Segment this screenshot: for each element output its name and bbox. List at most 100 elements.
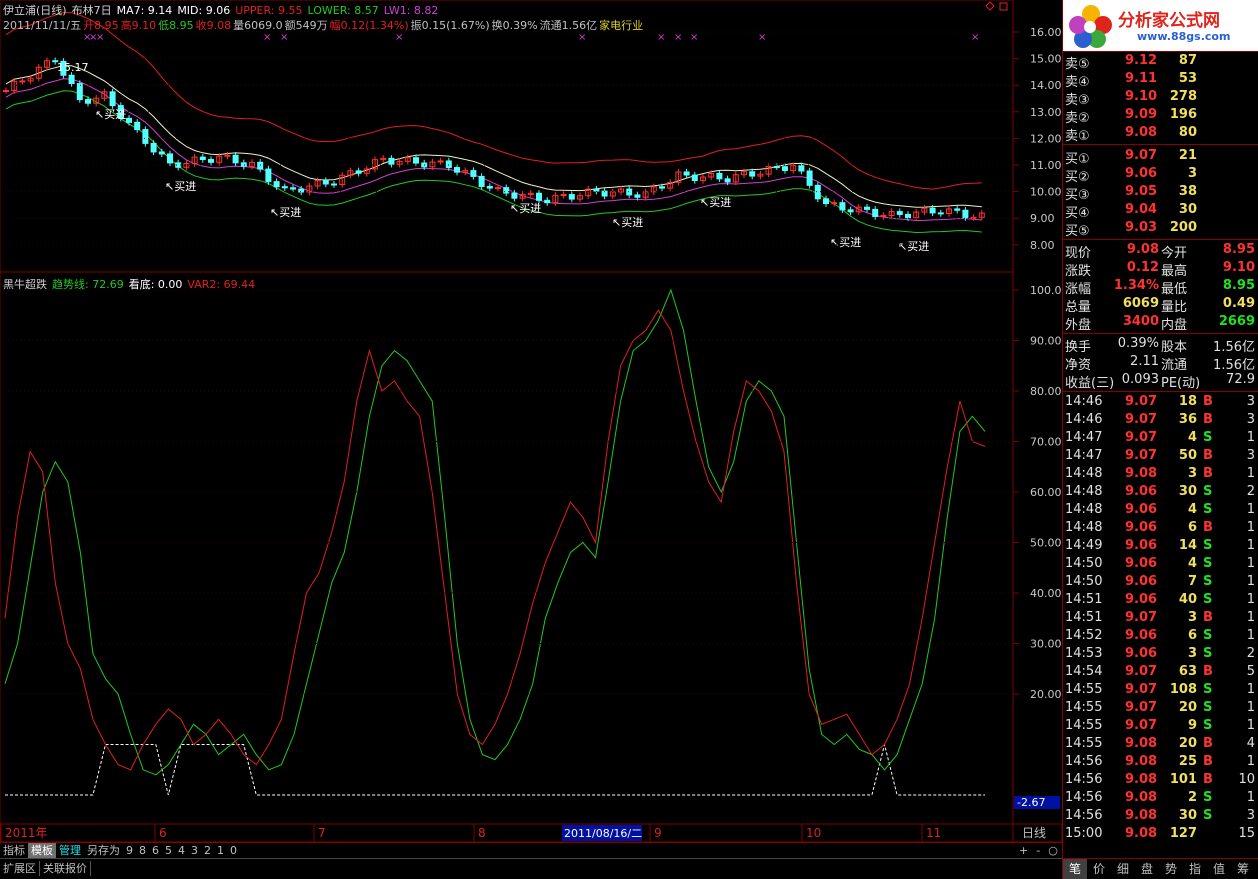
main-header: 伊立浦(日线) 布林7日 MA7: 9.14 MID: 9.06 UPPER: 9.55…: [3, 2, 443, 18]
tick-count: 2: [1246, 484, 1255, 499]
side-tab-2[interactable]: 细: [1111, 859, 1135, 879]
tick-count: 3: [1246, 394, 1255, 409]
tab-5[interactable]: 8: [136, 843, 149, 858]
zoom-button-1[interactable]: -: [1032, 843, 1044, 858]
stat-value: 1.34%: [1113, 278, 1159, 293]
tick-volume: 127: [1169, 826, 1197, 841]
tab-11[interactable]: 1: [214, 843, 227, 858]
tick-price: 9.07: [1125, 718, 1158, 733]
ind-var2: VAR2: 69.44: [187, 278, 256, 291]
candle-body: [232, 154, 239, 164]
side-tab-1[interactable]: 价: [1087, 859, 1111, 879]
candle-body: [199, 156, 206, 161]
tick-volume: 101: [1169, 772, 1197, 787]
tab-1[interactable]: 模板: [28, 843, 56, 858]
tick-side: S: [1203, 646, 1213, 661]
stat-value-2: 0.49: [1222, 296, 1255, 311]
xaxis-label: 8: [478, 826, 486, 840]
tick-volume: 30: [1178, 484, 1197, 499]
zoom-buttons: + - ○: [1015, 843, 1062, 858]
candle-body: [954, 208, 961, 211]
tick-side: S: [1203, 574, 1213, 589]
tab-3[interactable]: 另存为: [84, 843, 123, 858]
tick-row: 14:49 9.06 14 S 1: [1063, 537, 1258, 555]
template-tabs: 指标 模板 管理 另存为 9 8 6 5 4 3 2 1 0: [0, 842, 1062, 858]
side-tab-4[interactable]: 势: [1159, 859, 1183, 879]
ext-tab-0[interactable]: 扩展区: [0, 861, 40, 876]
tick-count: 1: [1246, 502, 1255, 517]
tick-side: B: [1203, 520, 1213, 535]
main-ytick-label: 10.00: [1030, 186, 1062, 199]
candle-body: [257, 161, 264, 170]
ask-volume: 80: [1178, 125, 1197, 140]
candle-body: [126, 117, 132, 123]
tick-row: 14:51 9.06 40 S 1: [1063, 591, 1258, 609]
tick-count: 2: [1246, 646, 1255, 661]
lw1-value: LW1: 8.82: [383, 4, 439, 17]
candle-body: [536, 192, 542, 201]
signal-mark: ×: [395, 32, 403, 43]
tick-volume: 4: [1187, 502, 1197, 517]
bid-row: 买① 9.07 21: [1063, 147, 1258, 167]
zoom-button-0[interactable]: +: [1015, 843, 1032, 858]
lower-value: LOWER: 8.57: [307, 4, 379, 17]
ext-tab-1[interactable]: 关联报价: [40, 861, 91, 876]
candle-body: [544, 199, 551, 204]
stat-value-2: 2669: [1218, 314, 1255, 329]
tick-side: S: [1203, 718, 1213, 733]
ind-ytick-label: 70.00: [1030, 436, 1062, 449]
zoom-button-2[interactable]: ○: [1044, 843, 1062, 858]
tab-9[interactable]: 3: [188, 843, 201, 858]
side-tab-3[interactable]: 盘: [1135, 859, 1159, 879]
xaxis-label: 2011年: [5, 826, 48, 840]
candle-body: [798, 165, 805, 172]
candle-body: [322, 180, 329, 185]
candle-body: [109, 91, 116, 107]
tick-side: B: [1203, 466, 1213, 481]
side-tab-7[interactable]: 筹: [1231, 859, 1255, 879]
tick-price: 9.06: [1125, 574, 1158, 589]
quote-line: 2011/11/11/五 开8.95 高9.10 低8.95 收9.08 量6069.0 额…: [3, 17, 648, 33]
stock-name: 伊立浦(日线): [3, 4, 67, 17]
tab-6[interactable]: 6: [149, 843, 162, 858]
quote-date: 2011/11/11/五: [3, 19, 82, 32]
candle-body: [626, 188, 633, 196]
tick-count: 1: [1246, 574, 1255, 589]
candle-body: [749, 171, 756, 177]
buy-signal-label: ↖买进: [270, 206, 301, 219]
tick-volume: 20: [1178, 736, 1197, 751]
tab-8[interactable]: 4: [175, 843, 188, 858]
tick-row: 14:48 9.08 3 B 1: [1063, 465, 1258, 483]
side-tab-6[interactable]: 值: [1207, 859, 1231, 879]
tick-price: 9.06: [1125, 502, 1158, 517]
signal-mark: ×: [96, 32, 104, 43]
tab-2[interactable]: 管理: [56, 843, 84, 858]
tick-count: 1: [1246, 790, 1255, 805]
stat-value: 6069: [1122, 296, 1159, 311]
tab-4[interactable]: 9: [123, 843, 136, 858]
chart-area[interactable]: 15.17↖买进↖买进↖买进 ↖买进↖买进↖买进↖买进 ↖买进××× × × × × × × × ×…: [0, 0, 1062, 879]
tick-volume: 108: [1169, 682, 1197, 697]
candle-body: [240, 162, 247, 167]
candle-body: [806, 170, 813, 186]
tick-price: 9.07: [1125, 394, 1158, 409]
tick-count: 1: [1246, 538, 1255, 553]
candle-body: [864, 206, 870, 210]
tick-volume: 30: [1178, 808, 1197, 823]
side-tab-0[interactable]: 笔: [1063, 859, 1087, 879]
candle-body: [659, 186, 665, 189]
ind-ytick-label: 30.00: [1030, 638, 1062, 651]
candle-body: [716, 172, 723, 180]
stat-value: 9.08: [1126, 242, 1159, 257]
tick-side: B: [1203, 772, 1213, 787]
ask-price: 9.09: [1125, 107, 1158, 122]
xaxis-label: 10: [806, 826, 821, 840]
tick-price: 9.08: [1125, 808, 1158, 823]
tab-12[interactable]: 0: [227, 843, 240, 858]
tab-0[interactable]: 指标: [0, 843, 28, 858]
tab-10[interactable]: 2: [201, 843, 214, 858]
candle-group: 15.17↖买进↖买进↖买进 ↖买进↖买进↖买进↖买进 ↖买进××× × × × × × × × ×…: [3, 11, 985, 253]
tick-price: 9.07: [1125, 664, 1158, 679]
tab-7[interactable]: 5: [162, 843, 175, 858]
side-tab-5[interactable]: 指: [1183, 859, 1207, 879]
